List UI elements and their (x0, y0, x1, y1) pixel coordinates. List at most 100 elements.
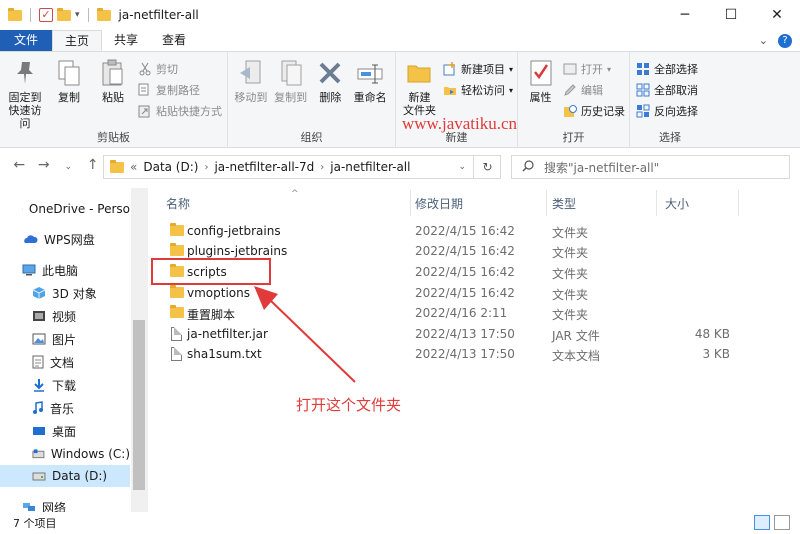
file-date: 2022/4/13 17:50 (415, 347, 515, 361)
paste-shortcut-icon (138, 104, 152, 118)
status-bar: 7 个项目 (0, 512, 800, 534)
edit-button[interactable]: 编辑 (563, 81, 625, 99)
properties-icon (526, 58, 556, 88)
column-divider[interactable] (410, 190, 411, 216)
sidebar-item-pictures[interactable]: 图片 (0, 328, 130, 350)
select-group: 全部选择 全部取消 反向选择 选择 (630, 52, 710, 148)
recent-locations-icon[interactable]: ⌄ (61, 157, 76, 177)
new-folder-icon[interactable] (57, 7, 71, 21)
select-all-button[interactable]: 全部选择 (636, 60, 698, 78)
sidebar-item-videos[interactable]: 视频 (0, 305, 130, 327)
column-header-date[interactable]: 修改日期 (415, 192, 463, 214)
copy-path-button[interactable]: 复制路径 (138, 81, 222, 99)
copy-path-icon (138, 83, 152, 97)
sidebar-item-music[interactable]: 音乐 (0, 397, 130, 419)
back-arrow-icon[interactable]: ← (12, 157, 27, 177)
clipboard-group: 固定到 快速访问 复制 粘贴 剪切 复制路径 粘贴快捷方式 剪贴板 (0, 52, 228, 148)
folder-icon (170, 243, 184, 256)
large-icons-view-icon[interactable] (774, 515, 790, 530)
sidebar-item-onedrive[interactable]: OneDrive - Perso (0, 198, 130, 220)
column-divider[interactable] (738, 190, 739, 216)
select-none-button[interactable]: 全部取消 (636, 81, 698, 99)
forward-arrow-icon[interactable]: → (37, 157, 52, 177)
breadcrumb-drive[interactable]: Data (D:) (143, 160, 198, 174)
table-row[interactable]: config-jetbrains 2022/4/15 16:42 文件夹 (160, 221, 740, 241)
sidebar-scrollbar[interactable] (131, 188, 148, 512)
column-header-name[interactable]: 名称 ^ (166, 189, 299, 214)
select-all-icon (636, 62, 650, 76)
sidebar-item-wps[interactable]: WPS网盘 (0, 228, 130, 250)
search-input[interactable]: 搜索"ja-netfilter-all" (511, 155, 790, 179)
breadcrumb-parent[interactable]: ja-netfilter-all-7d (214, 160, 314, 174)
close-button[interactable]: ✕ (754, 0, 800, 30)
column-header-size[interactable]: 大小 (665, 192, 689, 214)
breadcrumb-current[interactable]: ja-netfilter-all (330, 160, 410, 174)
up-arrow-icon[interactable]: ↑ (86, 157, 101, 177)
customize-toolbar-icon[interactable]: ▾ (75, 10, 80, 20)
sidebar-item-documents[interactable]: 文档 (0, 351, 130, 373)
open-button[interactable]: 打开 ▾ (563, 60, 625, 78)
folder-icon[interactable] (8, 7, 22, 21)
sidebar-item-windows-drive[interactable]: Windows (C:) (0, 443, 130, 465)
chevron-right-icon[interactable]: › (204, 162, 208, 173)
open-label: 打开 (581, 63, 603, 76)
column-divider[interactable] (546, 190, 547, 216)
sidebar-item-data-drive[interactable]: Data (D:) (0, 465, 130, 487)
tab-share[interactable]: 共享 (102, 30, 150, 51)
file-date: 2022/4/15 16:42 (415, 244, 515, 258)
cut-button[interactable]: 剪切 (138, 60, 222, 78)
tab-file[interactable]: 文件 (0, 30, 53, 51)
window-controls: ─ ☐ ✕ (662, 0, 800, 30)
properties-check-icon[interactable]: ✓ (39, 8, 53, 22)
chevron-right-icon[interactable]: › (320, 162, 324, 173)
select-none-icon (636, 83, 650, 97)
sidebar-item-label: 图片 (52, 332, 77, 347)
tab-home[interactable]: 主页 (52, 30, 103, 51)
edit-icon (563, 83, 577, 97)
highlight-box (151, 258, 271, 285)
details-view-icon[interactable] (754, 515, 770, 530)
column-header-label: 名称 (166, 196, 191, 211)
file-name: 重置脚本 (187, 308, 236, 322)
wps-cloud-icon (24, 235, 38, 243)
refresh-button[interactable]: ↻ (473, 156, 501, 178)
divider (87, 8, 89, 22)
sidebar-item-label: Data (D:) (52, 469, 108, 483)
folder-icon (170, 285, 184, 298)
column-divider[interactable] (656, 190, 657, 216)
sidebar-item-downloads[interactable]: 下载 (0, 374, 130, 396)
maximize-button[interactable]: ☐ (708, 0, 754, 30)
scissors-icon (138, 62, 152, 76)
tab-view[interactable]: 查看 (150, 30, 198, 51)
address-bar[interactable]: « Data (D:) › ja-netfilter-all-7d › ja-n… (103, 155, 501, 179)
sidebar-item-label: WPS网盘 (44, 232, 95, 247)
file-date: 2022/4/16 2:11 (415, 306, 508, 320)
file-type: 文件夹 (552, 308, 589, 322)
invert-selection-button[interactable]: 反向选择 (636, 102, 698, 120)
sidebar-item-3d-objects[interactable]: 3D 对象 (0, 282, 130, 304)
sidebar-item-network[interactable]: 网络 (0, 496, 130, 512)
copy-to-label: 复制到 (274, 91, 308, 104)
sidebar-item-label: 3D 对象 (52, 286, 97, 301)
paste-shortcut-button[interactable]: 粘贴快捷方式 (138, 102, 222, 120)
breadcrumb-overflow[interactable]: « (130, 160, 137, 174)
new-item-button[interactable]: 新建项目 ▾ (443, 60, 513, 78)
search-icon (522, 159, 534, 175)
minimize-button[interactable]: ─ (662, 0, 708, 30)
address-history-icon[interactable]: ⌄ (458, 162, 466, 172)
expand-ribbon-icon[interactable]: ⌄ (759, 34, 768, 47)
network-icon (23, 503, 35, 511)
dropdown-arrow-icon: ▾ (508, 64, 513, 74)
history-button[interactable]: 历史记录 (563, 102, 625, 120)
sidebar-item-desktop[interactable]: 桌面 (0, 420, 130, 442)
window-title: ja-netfilter-all (118, 8, 199, 22)
file-date: 2022/4/15 16:42 (415, 286, 515, 300)
scrollbar-thumb[interactable] (133, 320, 145, 490)
desktop-icon (33, 427, 45, 435)
watermark-text: www.javatiku.cn (402, 114, 518, 133)
sidebar-item-this-pc[interactable]: 此电脑 (0, 259, 130, 281)
file-name: config-jetbrains (187, 224, 281, 238)
help-icon[interactable]: ? (778, 33, 792, 48)
column-header-type[interactable]: 类型 (552, 192, 576, 214)
easy-access-button[interactable]: 轻松访问 ▾ (443, 81, 513, 99)
